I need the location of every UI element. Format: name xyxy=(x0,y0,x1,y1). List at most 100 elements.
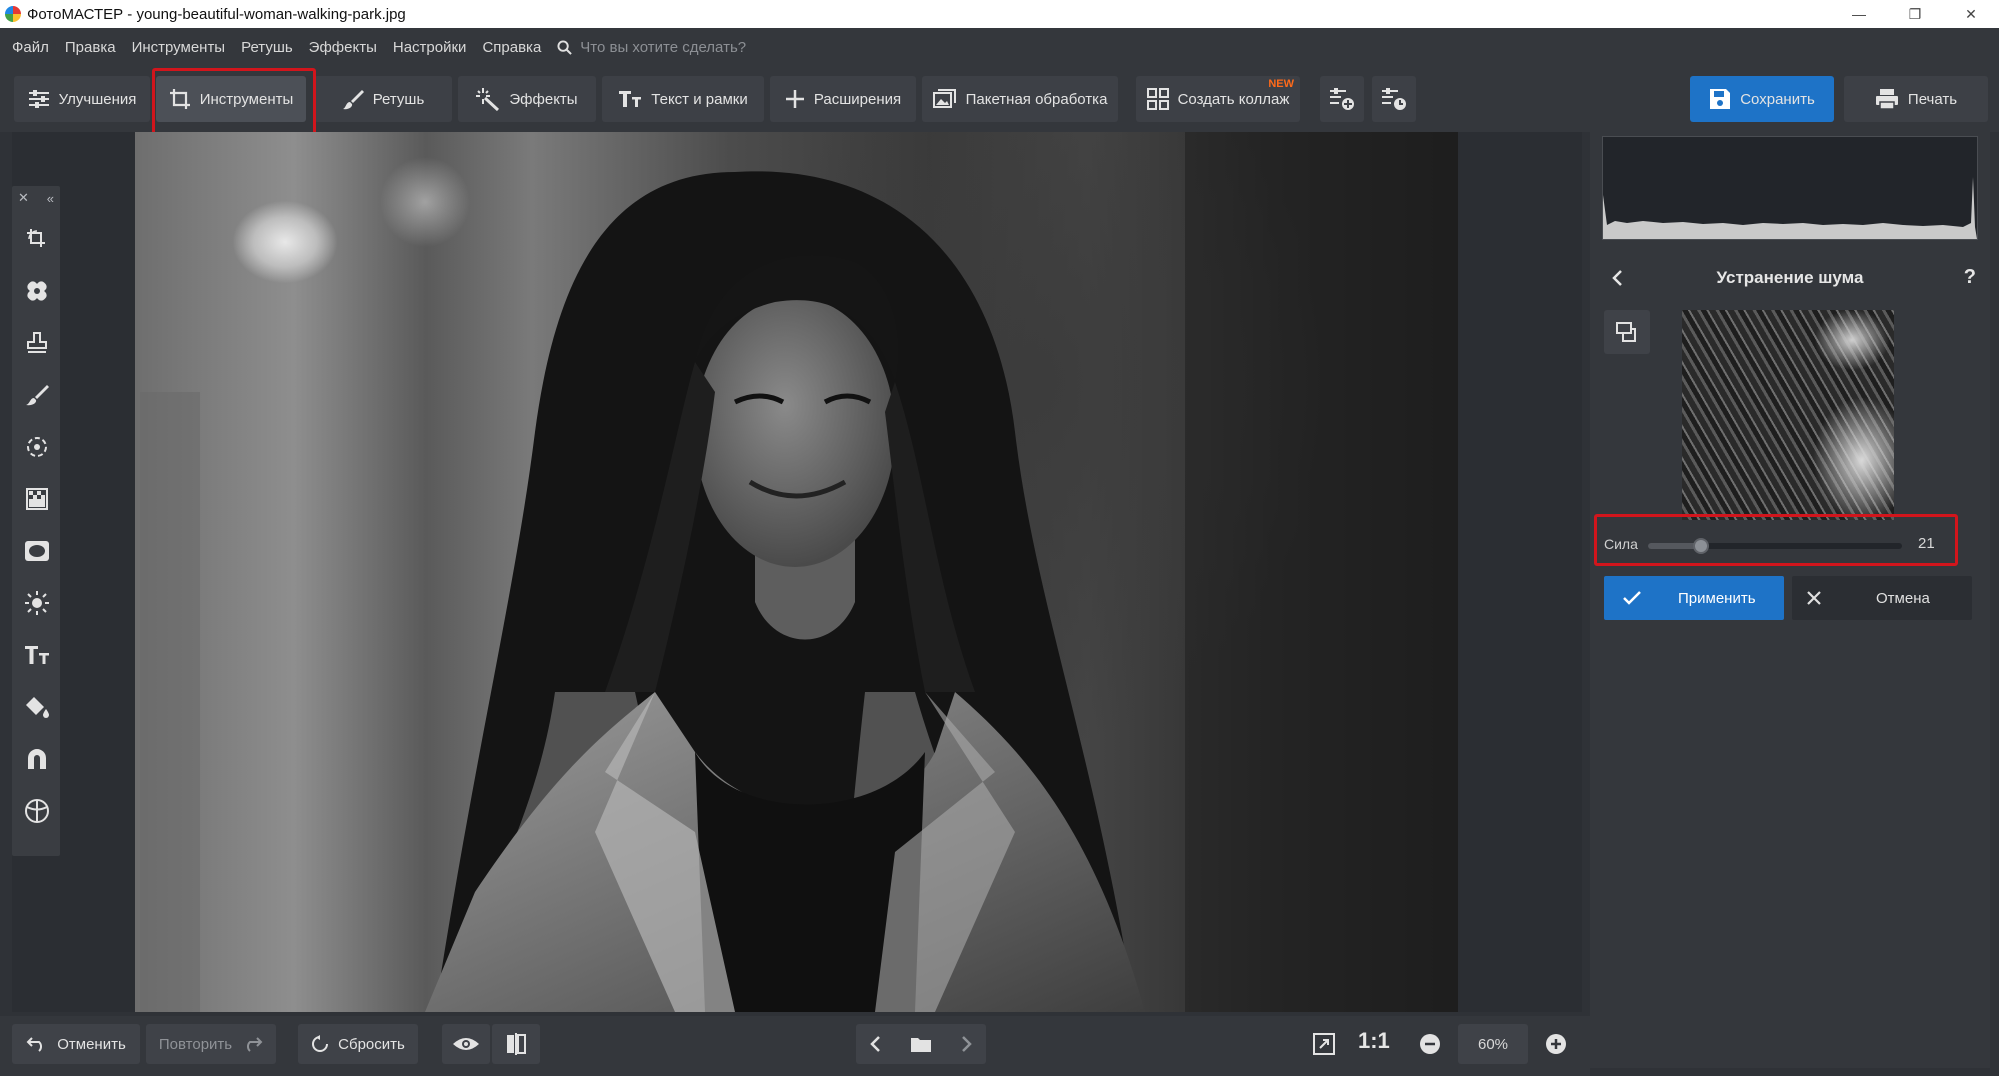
stamp-icon xyxy=(27,332,47,353)
tab-label: Улучшения xyxy=(58,90,137,108)
tool-text[interactable] xyxy=(24,642,50,668)
magic-wand-icon xyxy=(476,88,500,111)
reset-icon xyxy=(312,1035,329,1052)
noise-preview-image xyxy=(1682,310,1894,520)
tab-create-collage[interactable]: Создать коллаж NEW xyxy=(1136,76,1300,122)
zoom-level[interactable]: 60% xyxy=(1458,1024,1528,1064)
reset-label: Сбросить xyxy=(338,1035,405,1053)
actual-size-button[interactable]: 1:1 xyxy=(1358,1028,1390,1054)
before-after-button[interactable] xyxy=(492,1024,540,1064)
magnet-icon xyxy=(28,749,46,769)
redo-button[interactable]: Повторить xyxy=(146,1024,276,1064)
tab-enhancements[interactable]: Улучшения xyxy=(14,76,150,122)
fit-to-screen-button[interactable] xyxy=(1300,1024,1348,1064)
close-icon[interactable]: ✕ xyxy=(1943,0,1999,28)
window-title: ФотоМАСТЕР - young-beautiful-woman-walki… xyxy=(27,5,406,23)
tool-stamp[interactable] xyxy=(24,330,50,356)
menu-item-help[interactable]: Справка xyxy=(474,39,549,56)
left-tool-panel: ✕ « xyxy=(12,186,60,856)
tool-sphere[interactable] xyxy=(24,798,50,824)
zoom-out-button[interactable] xyxy=(1408,1024,1452,1064)
zoom-in-button[interactable] xyxy=(1534,1024,1578,1064)
strength-slider[interactable] xyxy=(1648,538,1902,554)
preview-toggle-button[interactable] xyxy=(442,1024,490,1064)
light-icon xyxy=(25,591,49,615)
tab-label: Эффекты xyxy=(509,90,578,108)
tool-vignette[interactable] xyxy=(24,538,50,564)
tab-extensions[interactable]: Расширения xyxy=(770,76,916,122)
next-image-icon[interactable] xyxy=(959,1035,973,1053)
slider-thumb[interactable] xyxy=(1693,538,1710,554)
close-panel-icon[interactable]: ✕ xyxy=(18,190,29,206)
menu-bar: Файл Правка Инструменты Ретушь Эффекты Н… xyxy=(0,28,1999,66)
printer-icon xyxy=(1875,89,1898,110)
print-label: Печать xyxy=(1907,90,1958,108)
photo-canvas[interactable] xyxy=(135,132,1458,1012)
app-logo xyxy=(5,6,21,22)
menu-search[interactable]: Что вы хотите сделать? xyxy=(557,39,746,56)
histogram xyxy=(1602,136,1978,240)
brush-icon xyxy=(26,385,49,406)
sphere-icon xyxy=(25,799,49,823)
compare-preview-button[interactable] xyxy=(1604,310,1650,354)
tab-batch-processing[interactable]: Пакетная обработка xyxy=(922,76,1118,122)
save-button[interactable]: Сохранить xyxy=(1690,76,1834,122)
tool-radial-filter[interactable] xyxy=(24,434,50,460)
adjustment-history-button[interactable] xyxy=(1372,76,1416,122)
tab-retouch[interactable]: Ретушь xyxy=(314,76,452,122)
help-icon[interactable]: ? xyxy=(1964,266,1976,289)
tool-gradient-filter[interactable] xyxy=(24,486,50,512)
text-icon xyxy=(619,91,642,107)
previous-image-icon[interactable] xyxy=(869,1035,883,1053)
tool-fill[interactable] xyxy=(24,694,50,720)
tab-label: Расширения xyxy=(813,90,902,108)
menu-item-settings[interactable]: Настройки xyxy=(385,39,475,56)
tool-crop-rotate[interactable] xyxy=(24,226,50,252)
compare-icon xyxy=(1616,322,1636,342)
crop-icon xyxy=(169,89,190,109)
strength-value: 21 xyxy=(1918,535,1935,552)
tool-brush[interactable] xyxy=(24,382,50,408)
floppy-disk-icon xyxy=(1710,89,1731,109)
minimize-icon[interactable]: — xyxy=(1831,0,1887,28)
plus-icon xyxy=(785,90,804,108)
reset-button[interactable]: Сбросить xyxy=(298,1024,418,1064)
restore-icon[interactable]: ❐ xyxy=(1887,0,1943,28)
bottom-bar: Отменить Повторить Сбросить 1:1 60% xyxy=(0,1016,1590,1076)
close-icon xyxy=(1807,591,1821,605)
zoom-in-icon xyxy=(1546,1034,1566,1054)
save-label: Сохранить xyxy=(1740,90,1815,108)
title-bar: ФотоМАСТЕР - young-beautiful-woman-walki… xyxy=(0,0,1999,28)
brush-icon xyxy=(342,90,364,110)
add-adjustment-button[interactable] xyxy=(1320,76,1364,122)
vignette-icon xyxy=(25,541,49,561)
menu-item-file[interactable]: Файл xyxy=(0,39,57,56)
tab-tools[interactable]: Инструменты xyxy=(156,76,306,122)
collapse-panel-icon[interactable]: « xyxy=(47,191,54,206)
portrait-photo-image xyxy=(140,132,1458,1012)
checkmark-icon xyxy=(1623,591,1641,605)
cancel-button[interactable]: Отмена xyxy=(1792,576,1972,620)
new-badge: NEW xyxy=(1268,78,1294,90)
search-icon xyxy=(557,39,573,55)
menu-item-retouch[interactable]: Ретушь xyxy=(233,39,301,56)
print-button[interactable]: Печать xyxy=(1844,76,1988,122)
panel-title: Устранение шума xyxy=(1716,268,1864,287)
tool-healing[interactable] xyxy=(24,278,50,304)
healing-patch-icon xyxy=(27,281,47,301)
tool-light[interactable] xyxy=(24,590,50,616)
folder-icon[interactable] xyxy=(910,1035,932,1053)
tool-magnet[interactable] xyxy=(24,746,50,772)
undo-button[interactable]: Отменить xyxy=(12,1024,140,1064)
sliders-history-icon xyxy=(1382,88,1406,110)
tab-text-frames[interactable]: Текст и рамки xyxy=(602,76,764,122)
text-tool-icon xyxy=(25,646,49,664)
tab-label: Пакетная обработка xyxy=(965,90,1108,108)
tab-effects[interactable]: Эффекты xyxy=(458,76,596,122)
menu-item-effects[interactable]: Эффекты xyxy=(301,39,385,56)
apply-button[interactable]: Применить xyxy=(1604,576,1784,620)
menu-item-edit[interactable]: Правка xyxy=(57,39,124,56)
collage-icon xyxy=(1146,88,1169,110)
menu-item-tools[interactable]: Инструменты xyxy=(124,39,234,56)
crop-rotate-icon xyxy=(27,229,45,247)
